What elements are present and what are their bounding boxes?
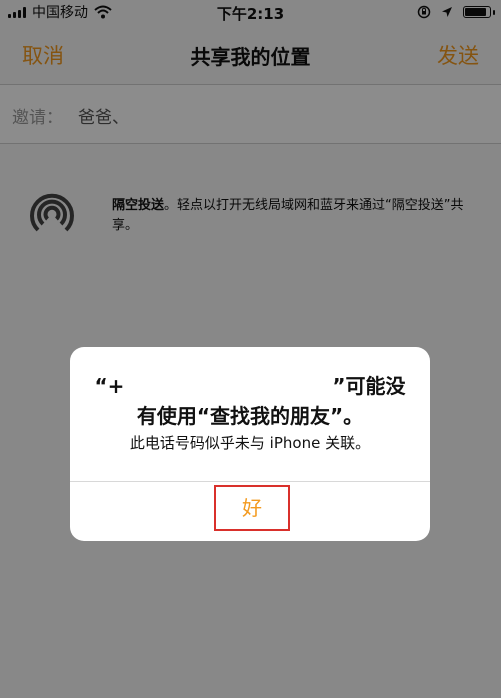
redacted-phone-number xyxy=(124,374,333,398)
ok-button[interactable]: 好 xyxy=(214,485,290,531)
alert-dialog: “+ ”可能没 有使用“查找我的朋友”。 此电话号码似乎未与 iPhone 关联。… xyxy=(70,347,430,541)
alert-divider xyxy=(70,481,430,482)
alert-title-prefix: “+ xyxy=(94,374,125,398)
alert-title-line2: 有使用“查找我的朋友”。 xyxy=(136,404,364,428)
alert-title-suffix: ”可能没 xyxy=(332,374,406,398)
alert-message: 此电话号码似乎未与 iPhone 关联。 xyxy=(129,434,371,452)
alert-title: “+ ”可能没 有使用“查找我的朋友”。 xyxy=(90,371,410,431)
